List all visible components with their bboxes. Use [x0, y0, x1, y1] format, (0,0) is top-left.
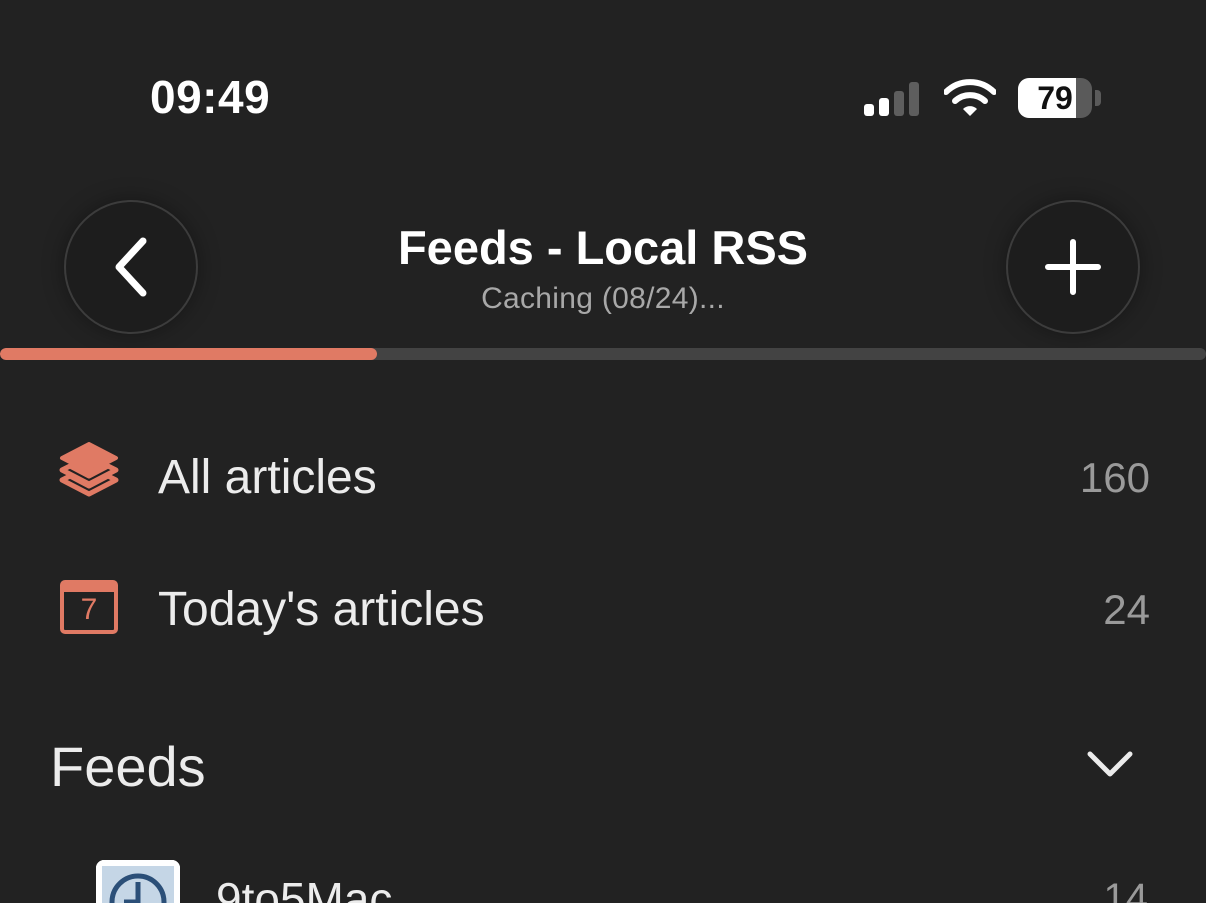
wifi-icon — [944, 79, 996, 116]
feed-unread-count: 14 — [1103, 876, 1149, 903]
battery-icon: 79 — [1018, 78, 1092, 118]
all-articles-row[interactable]: All articles 160 — [0, 428, 1206, 528]
todays-articles-count: 24 — [1103, 586, 1150, 633]
battery-cap — [1095, 90, 1101, 106]
caching-progress-bar — [0, 348, 1206, 360]
screen: 09:49 79 Feeds - Local RSS Caching (08/2… — [0, 0, 1206, 903]
add-feed-button[interactable] — [1006, 200, 1140, 334]
all-articles-count: 160 — [1079, 454, 1150, 501]
status-time: 09:49 — [150, 71, 271, 123]
todays-articles-row[interactable]: 7 Today's articles 24 — [0, 560, 1206, 660]
calendar-icon: 7 — [60, 580, 118, 634]
feeds-section-title: Feeds — [50, 735, 206, 798]
battery-level: 79 — [1037, 80, 1073, 116]
stack-icon — [59, 442, 119, 497]
caching-progress-fill — [0, 348, 378, 360]
clock-logo-icon — [96, 860, 180, 903]
cellular-signal-icon — [864, 82, 924, 116]
all-articles-label: All articles — [158, 451, 377, 504]
feed-title: 9to5Mac — [216, 873, 393, 903]
todays-articles-label: Today's articles — [158, 583, 485, 636]
chevron-down-icon[interactable] — [1084, 746, 1136, 782]
plus-icon — [1045, 239, 1101, 295]
